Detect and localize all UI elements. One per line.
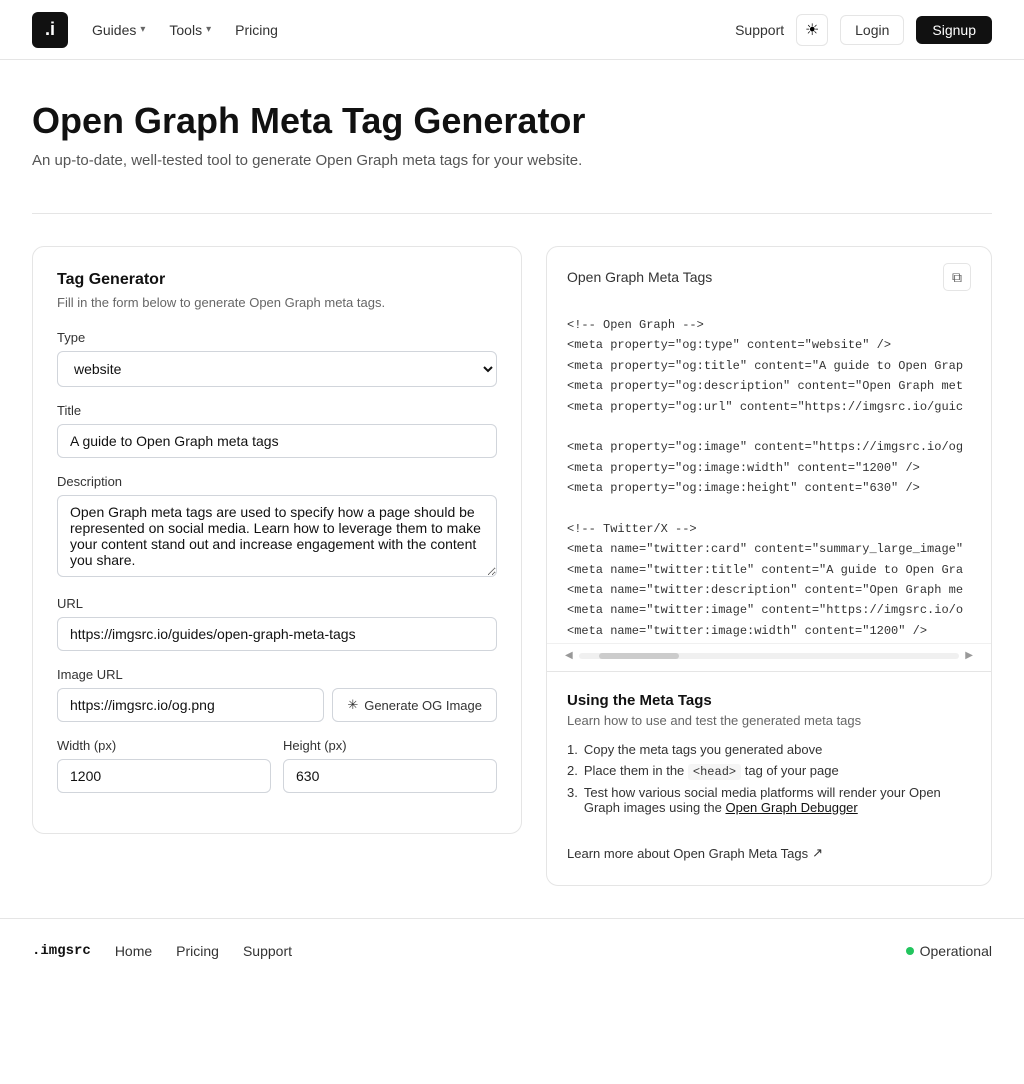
signup-button[interactable]: Signup bbox=[916, 16, 992, 44]
og-debugger-link[interactable]: Open Graph Debugger bbox=[725, 800, 857, 815]
url-input[interactable] bbox=[57, 617, 497, 651]
height-field-group: Height (px) bbox=[283, 738, 497, 793]
width-label: Width (px) bbox=[57, 738, 271, 753]
main-content: Tag Generator Fill in the form below to … bbox=[0, 214, 1024, 918]
theme-toggle-button[interactable]: ☀ bbox=[796, 14, 828, 46]
list-item: 2. Place them in the <head> tag of your … bbox=[567, 763, 971, 779]
step-text: Place them in the <head> tag of your pag… bbox=[584, 763, 839, 779]
footer-right: Operational bbox=[906, 943, 992, 959]
title-label: Title bbox=[57, 403, 497, 418]
image-url-label: Image URL bbox=[57, 667, 497, 682]
code-header: Open Graph Meta Tags ⧉ bbox=[547, 247, 991, 303]
nav-tools[interactable]: Tools ▾ bbox=[169, 22, 211, 38]
image-url-field-group: Image URL ✳ Generate OG Image bbox=[57, 667, 497, 722]
chevron-down-icon: ▾ bbox=[140, 24, 145, 35]
inline-code: <head> bbox=[688, 764, 741, 780]
copy-button[interactable]: ⧉ bbox=[943, 263, 971, 291]
copy-icon: ⧉ bbox=[952, 269, 962, 286]
step-number: 3. bbox=[567, 785, 578, 815]
code-block: <!-- Open Graph --> <meta property="og:t… bbox=[547, 303, 991, 643]
footer: .imgsrc Home Pricing Support Operational bbox=[0, 918, 1024, 983]
page-title: Open Graph Meta Tag Generator bbox=[32, 100, 992, 142]
type-select[interactable]: website article product bbox=[57, 351, 497, 387]
description-label: Description bbox=[57, 474, 497, 489]
step-text: Test how various social media platforms … bbox=[584, 785, 971, 815]
scroll-right-icon[interactable]: ▶ bbox=[959, 650, 979, 661]
navbar-left: .i Guides ▾ Tools ▾ Pricing bbox=[32, 12, 278, 48]
list-item: 1. Copy the meta tags you generated abov… bbox=[567, 742, 971, 757]
height-label: Height (px) bbox=[283, 738, 497, 753]
using-steps-list: 1. Copy the meta tags you generated abov… bbox=[567, 742, 971, 815]
title-input[interactable] bbox=[57, 424, 497, 458]
code-output-panel: Open Graph Meta Tags ⧉ <!-- Open Graph -… bbox=[546, 246, 992, 886]
scrollbar-thumb[interactable] bbox=[599, 653, 679, 659]
using-title: Using the Meta Tags bbox=[567, 692, 971, 709]
footer-logo: .imgsrc bbox=[32, 943, 91, 959]
type-field-group: Type website article product bbox=[57, 330, 497, 387]
description-textarea[interactable] bbox=[57, 495, 497, 577]
code-section: Open Graph Meta Tags ⧉ <!-- Open Graph -… bbox=[547, 247, 991, 672]
footer-left: .imgsrc Home Pricing Support bbox=[32, 943, 292, 959]
image-url-input[interactable] bbox=[57, 688, 324, 722]
dimensions-row: Width (px) Height (px) bbox=[57, 738, 497, 809]
nav-guides[interactable]: Guides ▾ bbox=[92, 22, 145, 38]
status-label: Operational bbox=[920, 943, 992, 959]
step-number: 1. bbox=[567, 742, 578, 757]
url-field-group: URL bbox=[57, 596, 497, 651]
step-number: 2. bbox=[567, 763, 578, 779]
height-input[interactable] bbox=[283, 759, 497, 793]
wand-icon: ✳ bbox=[347, 697, 358, 713]
hero-section: Open Graph Meta Tag Generator An up-to-d… bbox=[0, 60, 1024, 189]
width-input[interactable] bbox=[57, 759, 271, 793]
chevron-down-icon: ▾ bbox=[206, 24, 211, 35]
url-label: URL bbox=[57, 596, 497, 611]
using-meta-tags-section: Using the Meta Tags Learn how to use and… bbox=[547, 672, 991, 885]
status-dot-icon bbox=[906, 947, 914, 955]
code-panel-title: Open Graph Meta Tags bbox=[567, 269, 712, 285]
footer-pricing-link[interactable]: Pricing bbox=[176, 943, 219, 959]
scroll-left-icon[interactable]: ◀ bbox=[559, 650, 579, 661]
learn-more-link[interactable]: Learn more about Open Graph Meta Tags ↗ bbox=[567, 845, 823, 861]
external-link-icon: ↗ bbox=[812, 845, 823, 861]
panel-title: Tag Generator bbox=[57, 271, 497, 289]
generate-og-image-button[interactable]: ✳ Generate OG Image bbox=[332, 688, 497, 722]
login-button[interactable]: Login bbox=[840, 15, 904, 45]
code-scrollbar: ◀ ▶ bbox=[547, 643, 991, 671]
step-text: Copy the meta tags you generated above bbox=[584, 742, 823, 757]
scrollbar-track bbox=[579, 653, 960, 659]
nav-pricing[interactable]: Pricing bbox=[235, 22, 278, 38]
navbar: .i Guides ▾ Tools ▾ Pricing Support ☀ Lo… bbox=[0, 0, 1024, 60]
description-field-group: Description bbox=[57, 474, 497, 580]
list-item: 3. Test how various social media platfor… bbox=[567, 785, 971, 815]
navbar-right: Support ☀ Login Signup bbox=[735, 14, 992, 46]
support-link[interactable]: Support bbox=[735, 22, 784, 38]
tag-generator-panel: Tag Generator Fill in the form below to … bbox=[32, 246, 522, 834]
type-label: Type bbox=[57, 330, 497, 345]
width-field-group: Width (px) bbox=[57, 738, 271, 793]
footer-home-link[interactable]: Home bbox=[115, 943, 152, 959]
title-field-group: Title bbox=[57, 403, 497, 458]
page-subtitle: An up-to-date, well-tested tool to gener… bbox=[32, 152, 992, 169]
logo[interactable]: .i bbox=[32, 12, 68, 48]
using-subtitle: Learn how to use and test the generated … bbox=[567, 713, 971, 728]
panel-subtitle: Fill in the form below to generate Open … bbox=[57, 295, 497, 310]
footer-support-link[interactable]: Support bbox=[243, 943, 292, 959]
image-url-row: ✳ Generate OG Image bbox=[57, 688, 497, 722]
